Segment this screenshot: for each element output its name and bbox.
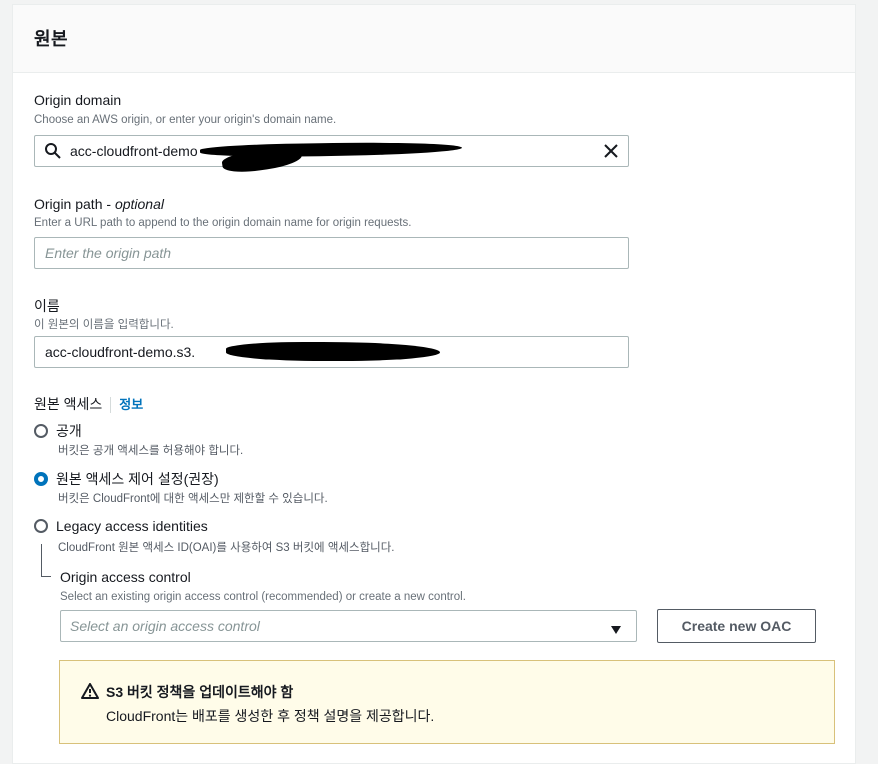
oac-description: Select an existing origin access control… (60, 591, 466, 603)
radio-oac-description: 버킷은 CloudFront에 대한 액세스만 제한할 수 있습니다. (58, 493, 328, 505)
redaction-mark (226, 342, 440, 361)
origin-path-input[interactable]: Enter the origin path (34, 237, 629, 269)
name-description: 이 원본의 이름을 입력합니다. (34, 319, 174, 331)
alert-title: S3 버킷 정책을 업데이트해야 함 (106, 684, 294, 700)
oac-select[interactable]: Select an origin access control (60, 610, 637, 642)
caret-down-icon (610, 622, 622, 634)
name-label: 이름 (34, 298, 60, 314)
create-new-oac-button[interactable]: Create new OAC (657, 609, 816, 643)
origin-domain-value: acc-cloudfront-demo (70, 143, 198, 159)
warning-alert (59, 660, 835, 744)
radio-legacy[interactable]: Legacy access identities (34, 518, 208, 534)
panel-header: 원본 (13, 5, 855, 73)
alert-body: CloudFront는 배포를 생성한 후 정책 설명을 제공합니다. (106, 708, 435, 724)
close-icon[interactable] (603, 143, 619, 159)
radio-button[interactable] (34, 424, 48, 438)
radio-public-description: 버킷은 공개 액세스를 허용해야 합니다. (58, 445, 244, 457)
radio-public[interactable]: 공개 (34, 421, 82, 441)
info-link[interactable]: 정보 (119, 397, 143, 412)
oac-label: Origin access control (60, 569, 191, 585)
tree-connector (41, 544, 51, 577)
radio-legacy-label: Legacy access identities (56, 518, 208, 534)
panel-title: 원본 (34, 29, 69, 49)
origin-access-label: 원본 액세스 (34, 396, 103, 412)
origin-path-label: Origin path - optional (34, 196, 164, 212)
origin-domain-label: Origin domain (34, 92, 122, 108)
radio-button[interactable] (34, 519, 48, 533)
radio-oac[interactable]: 원본 액세스 제어 설정(권장) (34, 469, 219, 489)
radio-button-checked[interactable] (34, 472, 48, 486)
radio-oac-label: 원본 액세스 제어 설정(권장) (56, 471, 219, 487)
origin-path-description: Enter a URL path to append to the origin… (34, 217, 412, 229)
radio-legacy-description: CloudFront 원본 액세스 ID(OAI)를 사용하여 S3 버킷에 액… (58, 542, 395, 554)
origin-access-header: 원본 액세스 정보 (34, 394, 143, 414)
search-icon (44, 142, 62, 160)
warning-icon (81, 683, 99, 699)
name-value: acc-cloudfront-demo.s3. (45, 344, 196, 360)
origin-path-placeholder: Enter the origin path (45, 245, 172, 261)
radio-public-label: 공개 (56, 423, 82, 439)
oac-select-placeholder: Select an origin access control (70, 618, 260, 634)
origin-domain-description: Choose an AWS origin, or enter your orig… (34, 114, 337, 126)
